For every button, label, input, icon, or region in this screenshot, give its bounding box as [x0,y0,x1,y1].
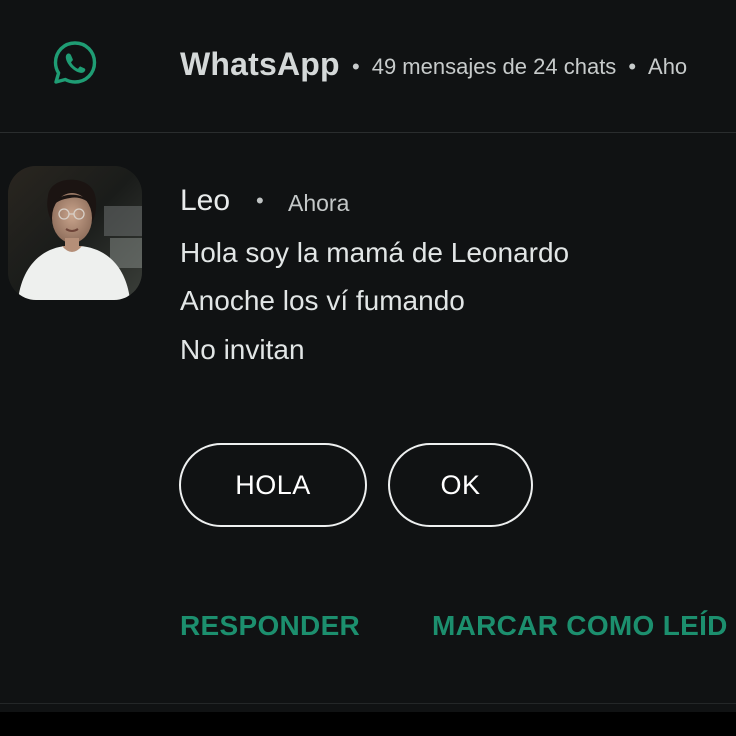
mark-as-read-button[interactable]: MARCAR COMO LEÍD [432,610,728,642]
notification-header: WhatsApp • 49 mensajes de 24 chats • Aho [0,0,736,130]
bottom-divider [0,703,736,704]
smart-reply-ok-button[interactable]: OK [388,443,533,527]
smart-reply-hola-button[interactable]: HOLA [179,443,367,527]
whatsapp-icon [53,41,97,84]
bottom-bar [0,712,736,736]
header-divider [0,132,736,133]
header-time: Aho [648,54,688,79]
time-separator: • [256,188,264,213]
contact-photo [8,166,142,300]
message-count: 49 mensajes de 24 chats [371,54,617,79]
avatar [8,166,142,300]
message-line: No invitan [180,334,305,365]
notification-card[interactable]: WhatsApp • 49 mensajes de 24 chats • Aho [0,0,736,712]
header-separator-2: • [628,54,637,79]
header-separator: • [352,54,360,79]
app-name: WhatsApp [180,46,340,82]
sender-name: Leo [180,184,231,217]
message-line: Hola soy la mamá de Leonardo [180,237,570,268]
header-summary: • 49 mensajes de 24 chats • Aho [352,54,687,80]
reply-button[interactable]: RESPONDER [180,610,360,642]
message-time: Ahora [288,190,350,216]
message-line: Anoche los ví fumando [180,285,465,316]
